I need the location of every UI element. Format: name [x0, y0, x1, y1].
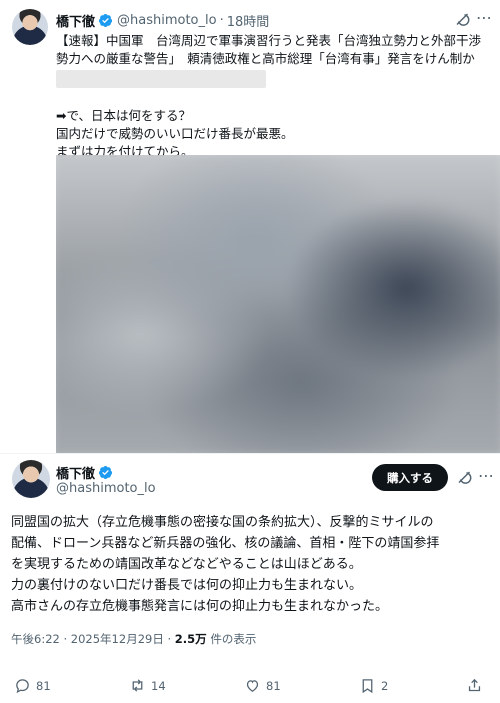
buy-button[interactable]: 購入する [372, 464, 448, 491]
quoted-post-text: 【速報】中国軍 台湾周辺で軍事演習行うと発表「台湾独立勢力と外部干渉 勢力への厳… [56, 32, 494, 161]
quoted-line: ➡で、日本は何をする？ [56, 108, 191, 123]
grok-icon[interactable] [456, 469, 474, 487]
author-name[interactable]: 橋下徹 [56, 463, 95, 482]
blurred-media-image[interactable] [56, 155, 500, 453]
post-line: 高市さんの存立危機事態発言には何の抑止力も生まれなかった。 [11, 599, 389, 614]
bookmark-count: 2 [381, 678, 389, 693]
quoted-avatar[interactable] [12, 9, 48, 45]
divider [0, 453, 500, 454]
quoted-line: 【速報】中国軍 台湾周辺で軍事演習行うと発表「台湾独立勢力と外部干渉 [56, 33, 482, 48]
quoted-post-time[interactable]: 18時間 [227, 11, 270, 30]
post-line: 同盟国の拡大（存立危機事態の密接な国の条約拡大）、反撃的ミサイルの [11, 515, 434, 530]
reply-count: 81 [36, 678, 51, 693]
like-icon [246, 680, 259, 692]
more-icon[interactable]: ⋯ [478, 466, 495, 485]
view-label: 件の表示 [206, 632, 257, 646]
repost-icon [132, 679, 143, 692]
reply-button[interactable]: 81 [14, 677, 51, 694]
repost-button[interactable]: 14 [129, 677, 166, 694]
bookmark-button[interactable]: 2 [359, 677, 388, 694]
share-button[interactable] [466, 677, 488, 694]
post-line: 力の裏付けのない口だけ番長では何の抑止力も生まれない。 [11, 578, 363, 593]
post-line: を実現するための靖国改革などなどやることは山ほどある。 [11, 557, 362, 572]
quoted-post-header: 橋下徹 @hashimoto_lo · 18時間 [56, 11, 490, 30]
reply-icon [16, 679, 29, 694]
bookmark-icon [362, 679, 373, 694]
author-avatar[interactable] [12, 460, 50, 498]
quoted-author-handle[interactable]: @hashimoto_lo [117, 13, 217, 28]
post-line: 配備、ドローン兵器など新兵器の強化、核の議論、首相・陛下の靖国参拝 [11, 536, 440, 551]
post-timestamp[interactable]: 午後6:22 · 2025年12月29日 · [11, 632, 175, 646]
like-count: 81 [266, 678, 281, 693]
author-name-row: 橋下徹 [56, 463, 117, 482]
verified-badge-icon [98, 13, 113, 27]
verified-badge-icon [98, 465, 113, 480]
separator: · [219, 12, 224, 28]
quoted-author-name[interactable]: 橋下徹 [56, 11, 95, 30]
post-meta: 午後6:22 · 2025年12月29日 · 2.5万 件の表示 [11, 631, 256, 647]
like-button[interactable]: 81 [244, 677, 281, 694]
post-text: 同盟国の拡大（存立危機事態の密接な国の条約拡大）、反撃的ミサイルの 配備、ドロー… [11, 512, 495, 617]
quoted-line: 勢力への厳重な警告」 頼清徳政権と高市総理「台湾有事」発言をけん制か [56, 51, 475, 66]
redacted-block [56, 70, 266, 88]
share-icon [468, 678, 481, 692]
view-count: 2.5万 [174, 632, 207, 646]
more-icon[interactable]: ⋯ [476, 8, 493, 27]
grok-icon[interactable] [454, 11, 472, 29]
action-bar: 81 14 81 2 [0, 675, 500, 697]
quoted-line: 国内だけで威勢のいい口だけ番長が最悪。 [56, 126, 294, 141]
repost-count: 14 [151, 678, 166, 693]
author-handle[interactable]: @hashimoto_lo [56, 481, 156, 496]
